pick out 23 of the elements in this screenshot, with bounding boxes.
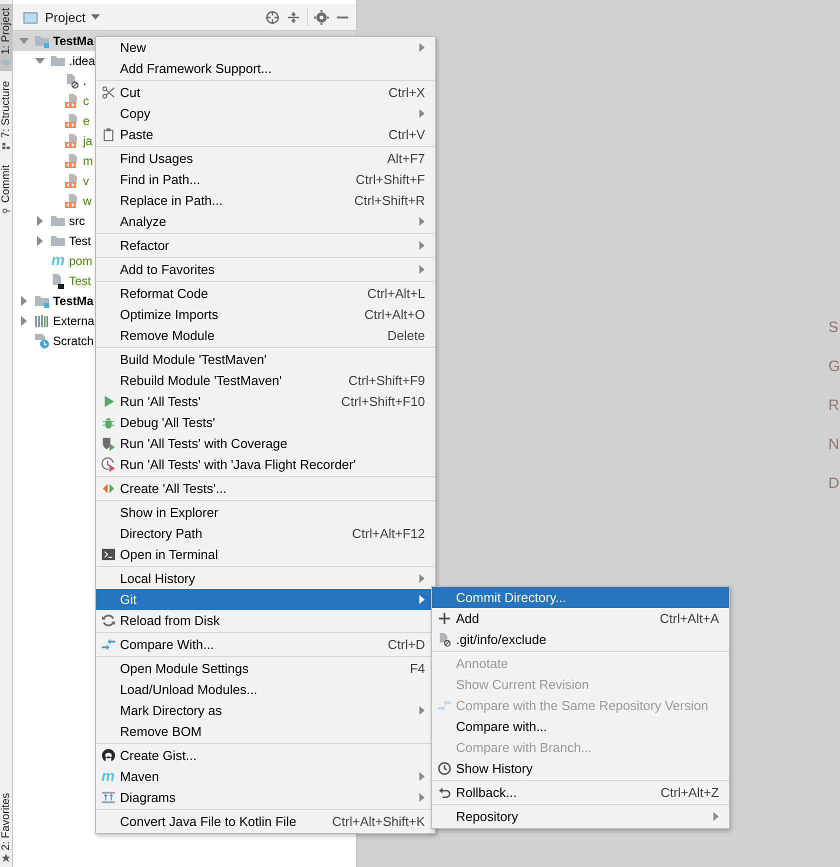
- shortcut-text: Alt+F7: [387, 151, 425, 166]
- shortcut-text: Ctrl+Shift+F9: [348, 373, 425, 388]
- shortcut-text: Ctrl+Alt+L: [367, 286, 425, 301]
- shortcut-text: Ctrl+Shift+F10: [341, 394, 425, 409]
- shortcut-text: Ctrl+Alt+Shift+K: [332, 814, 425, 829]
- shortcut-text: Ctrl+Shift+R: [354, 193, 425, 208]
- shortcut-text: Ctrl+D: [388, 637, 425, 652]
- shortcut-text: Ctrl+V: [388, 127, 425, 142]
- editor-hint-text: G: [828, 357, 840, 376]
- shortcut-text: Ctrl+Alt+Z: [660, 785, 719, 800]
- editor-hint-text: S: [828, 318, 840, 337]
- editor-hint-text: D: [828, 474, 840, 493]
- shortcut-text: Ctrl+Alt+F12: [352, 526, 425, 541]
- editor-hint-text: R: [828, 396, 840, 415]
- editor-hint-text: N: [828, 435, 840, 454]
- shortcut-text: Ctrl+X: [388, 85, 425, 100]
- shortcut-text: Delete: [387, 328, 425, 343]
- shortcut-text: F4: [410, 661, 425, 676]
- maven-icon: m: [50, 253, 66, 269]
- maven-icon: m: [100, 768, 116, 784]
- shortcut-text: Ctrl+Shift+F: [356, 172, 425, 187]
- shortcut-text: Ctrl+Alt+O: [364, 307, 425, 322]
- shortcut-text: Ctrl+Alt+A: [660, 611, 719, 626]
